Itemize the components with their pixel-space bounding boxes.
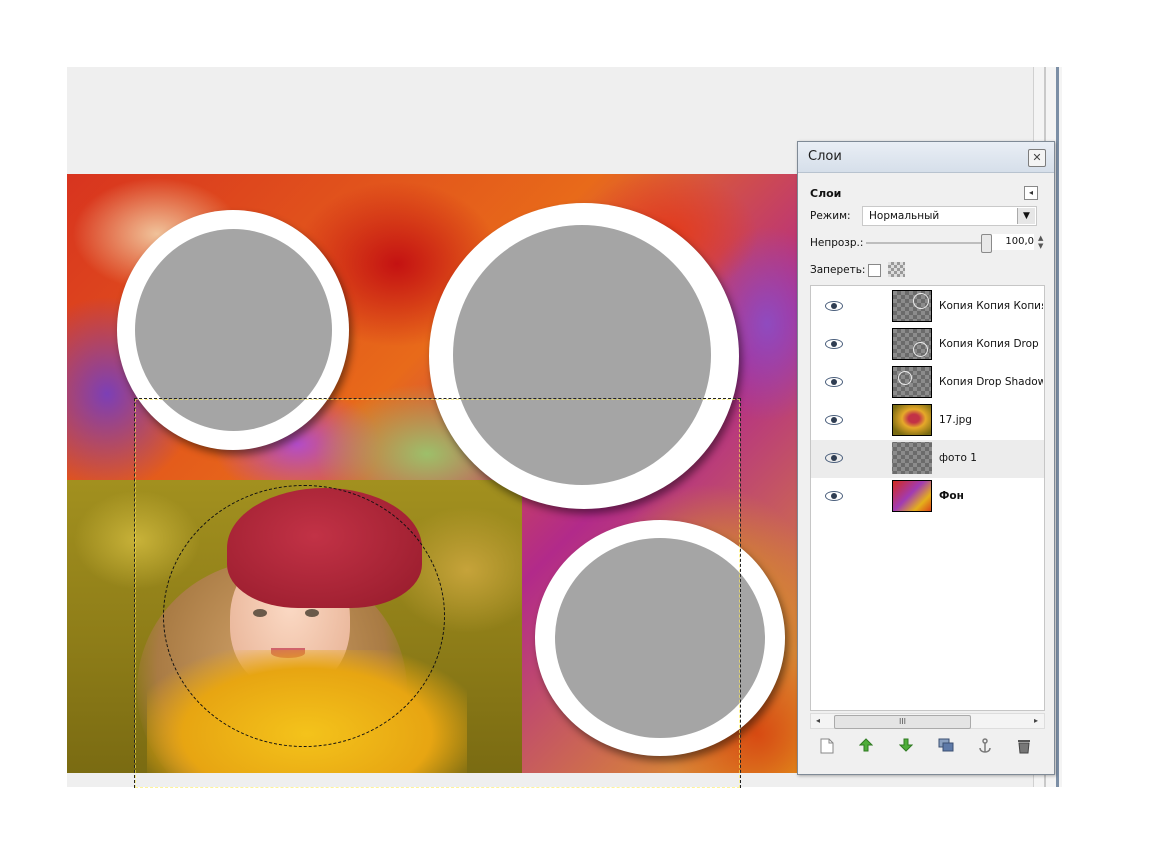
ring-mark bbox=[913, 293, 929, 309]
eye-icon[interactable] bbox=[825, 377, 843, 387]
layer-thumbnail bbox=[892, 480, 932, 512]
eye-icon[interactable] bbox=[825, 453, 843, 463]
scroll-left-icon[interactable]: ◂ bbox=[816, 716, 820, 725]
opacity-slider[interactable] bbox=[866, 242, 984, 244]
spin-arrows-icon[interactable]: ▲ ▼ bbox=[1038, 234, 1043, 250]
duplicate-layer-icon[interactable] bbox=[937, 738, 955, 756]
layer-name: Фон bbox=[939, 490, 964, 502]
layer-row[interactable]: 17.jpg bbox=[811, 402, 1044, 440]
scroll-right-icon[interactable]: ▸ bbox=[1034, 716, 1038, 725]
lock-alpha-icon[interactable] bbox=[888, 262, 905, 277]
dialog-title: Слои bbox=[808, 149, 842, 164]
layer-row-selected[interactable]: фото 1 bbox=[811, 440, 1044, 478]
ring-mark bbox=[898, 371, 912, 385]
layers-horizontal-scrollbar[interactable]: ◂ III ▸ bbox=[810, 713, 1045, 729]
layer-name: Копия Drop Shadow bbox=[939, 376, 1043, 388]
scrollbar-edge bbox=[1056, 67, 1059, 787]
layers-list[interactable]: Копия Копия Копия Копия Копия Drop Копия… bbox=[810, 285, 1045, 711]
opacity-value[interactable]: 100,0 bbox=[992, 234, 1034, 250]
panel-menu-icon[interactable]: ◂ bbox=[1024, 186, 1038, 200]
panel-title: Слои bbox=[810, 187, 842, 200]
layer-thumbnail bbox=[892, 290, 932, 322]
delete-layer-icon[interactable] bbox=[1015, 738, 1033, 756]
ring-mark bbox=[913, 342, 928, 357]
eye-icon[interactable] bbox=[825, 301, 843, 311]
eye-icon[interactable] bbox=[825, 491, 843, 501]
eye-icon[interactable] bbox=[825, 415, 843, 425]
mode-value: Нормальный bbox=[869, 210, 940, 222]
opacity-slider-handle[interactable] bbox=[981, 234, 992, 253]
layers-dialog: Слои ✕ Слои ◂ Режим: Нормальный ▼ Непроз… bbox=[797, 141, 1055, 775]
anchor-layer-icon[interactable] bbox=[976, 738, 994, 756]
layers-toolbar bbox=[810, 736, 1045, 760]
lower-layer-icon[interactable] bbox=[897, 738, 915, 756]
close-icon[interactable]: ✕ bbox=[1028, 149, 1046, 167]
dialog-titlebar[interactable]: Слои ✕ bbox=[798, 142, 1054, 173]
layer-name: фото 1 bbox=[939, 452, 977, 464]
layer-row[interactable]: Копия Копия Drop bbox=[811, 326, 1044, 364]
lock-label: Запереть: bbox=[810, 264, 866, 276]
layer-name: 17.jpg bbox=[939, 414, 972, 426]
mode-label: Режим: bbox=[810, 210, 851, 222]
mode-select[interactable]: Нормальный ▼ bbox=[862, 206, 1037, 226]
layer-thumbnail bbox=[892, 366, 932, 398]
opacity-label: Непрозр.: bbox=[810, 237, 864, 249]
layer-thumbnail bbox=[892, 442, 932, 474]
new-layer-icon[interactable] bbox=[818, 738, 836, 756]
layer-row[interactable]: Копия Drop Shadow bbox=[811, 364, 1044, 402]
layer-name: Копия Копия Копия bbox=[939, 300, 1043, 312]
ellipse-selection[interactable] bbox=[163, 485, 445, 747]
scrollbar-thumb[interactable]: III bbox=[834, 715, 971, 729]
layer-name: Копия Копия Drop bbox=[939, 338, 1039, 350]
layer-row[interactable]: Копия Копия Копия bbox=[811, 288, 1044, 326]
chevron-down-icon[interactable]: ▼ bbox=[1017, 208, 1035, 224]
raise-layer-icon[interactable] bbox=[857, 738, 875, 756]
layer-row[interactable]: Фон bbox=[811, 478, 1044, 516]
eye-icon[interactable] bbox=[825, 339, 843, 349]
layer-thumbnail bbox=[892, 328, 932, 360]
layer-thumbnail bbox=[892, 404, 932, 436]
lock-pixels-checkbox[interactable] bbox=[868, 264, 881, 277]
